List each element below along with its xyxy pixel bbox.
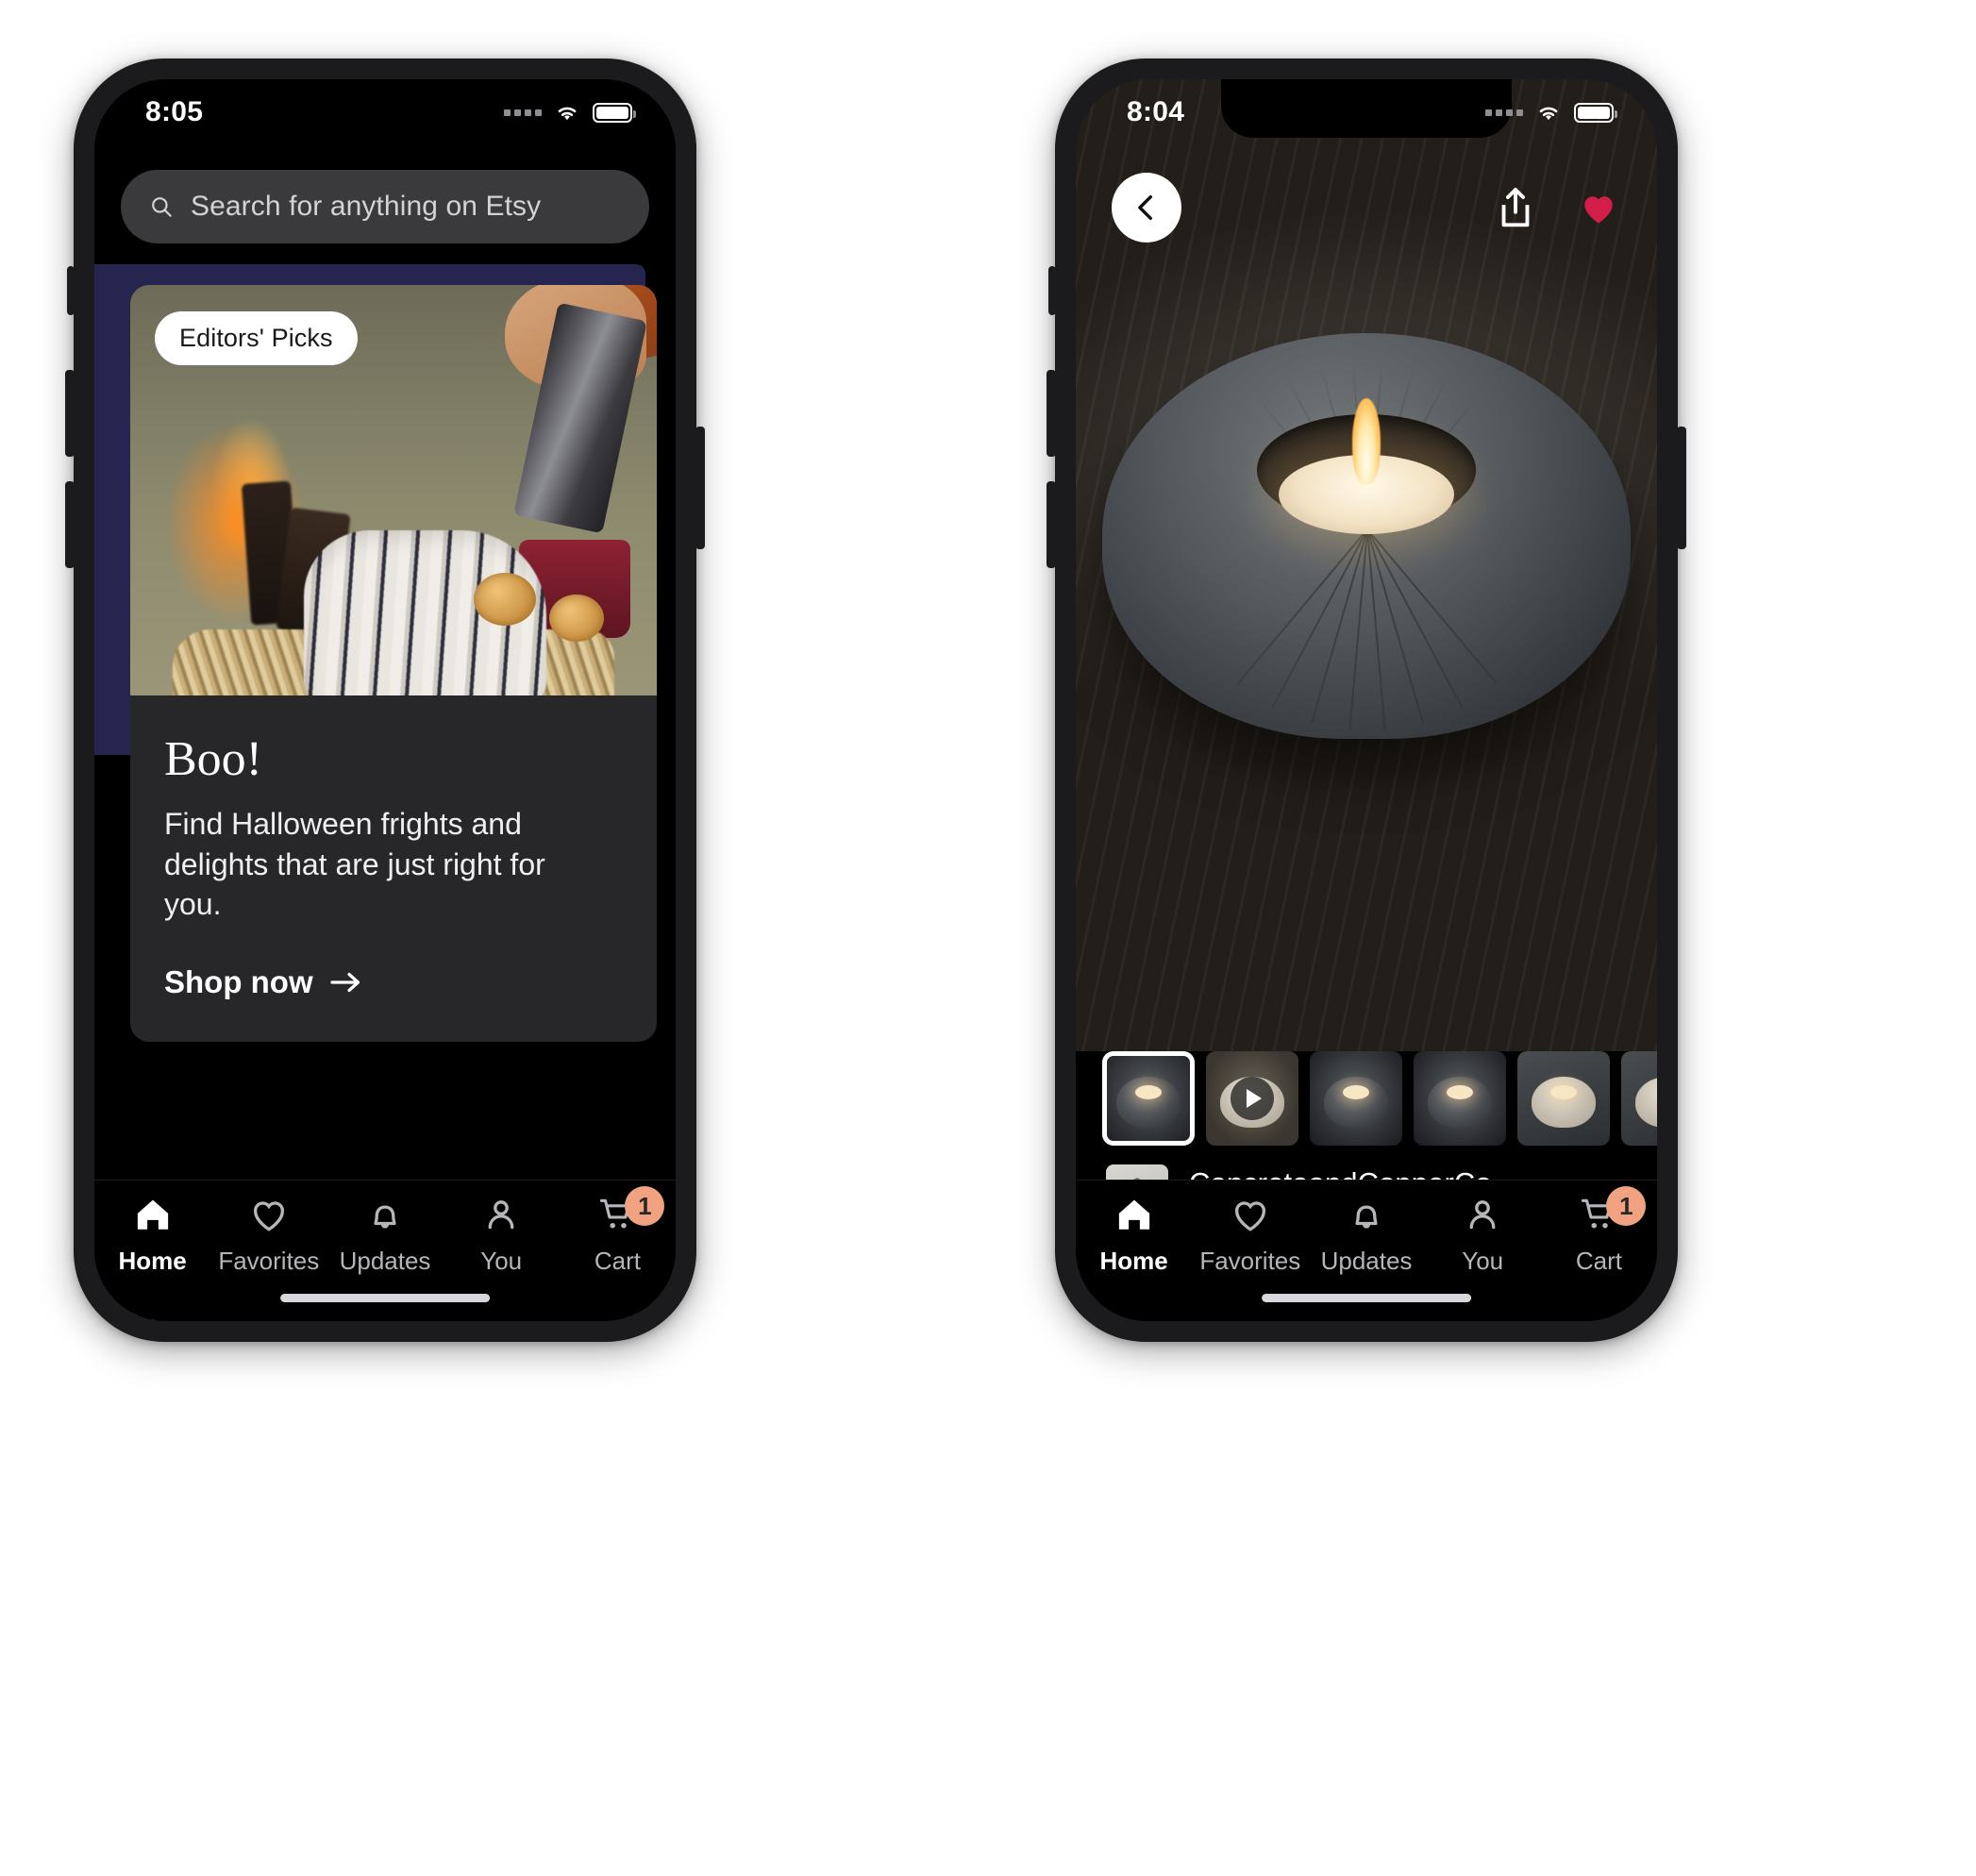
tab-home[interactable]: Home [94,1194,210,1276]
tab-favorites-label: Favorites [218,1247,320,1275]
wifi-icon [1539,107,1558,121]
tab-favorites[interactable]: Favorites [210,1194,327,1276]
etsy-home-screen: 8:05 Search for anything on Etsy Editors… [94,79,676,1321]
battery-icon [593,102,636,123]
left-phone-volume-down[interactable] [65,481,75,568]
back-button[interactable] [1112,173,1181,243]
decor-donut-1 [473,573,536,627]
signal-dots-icon [1485,109,1523,116]
cart-badge-count: 1 [1606,1186,1647,1226]
tab-favorites[interactable]: Favorites [1192,1194,1308,1276]
left-phone-power-button[interactable] [695,427,705,549]
tab-updates[interactable]: Updates [327,1194,443,1276]
home-icon [137,1199,168,1230]
arrow-right-icon [330,972,360,992]
thumbnail-6[interactable] [1621,1051,1657,1146]
status-time: 8:05 [145,96,204,127]
right-phone-device: 8:04 Home Favorites Updates You 1 Cart [1047,59,1686,1342]
tab-home-label: Home [1099,1247,1168,1275]
wifi-icon [558,107,577,121]
right-phone-power-button[interactable] [1677,427,1686,549]
screenshot-stage: 8:05 Search for anything on Etsy Editors… [0,0,1976,1876]
right-home-indicator[interactable] [1262,1294,1471,1302]
thumbnail-strip[interactable] [1076,1051,1657,1157]
search-input[interactable]: Search for anything on Etsy [121,170,649,243]
concrete-pumpkin-object [1102,333,1631,740]
tab-cart-label: Cart [594,1247,641,1275]
editors-picks-hero-card[interactable]: Editors' Picks Boo! Find Halloween frigh… [130,285,657,1042]
left-phone-screen: 8:05 Search for anything on Etsy Editors… [94,79,676,1321]
status-time: 8:04 [1127,96,1185,127]
thumbnail-4[interactable] [1414,1051,1506,1146]
bell-icon [1355,1205,1378,1229]
tab-you[interactable]: You [444,1194,560,1276]
search-placeholder: Search for anything on Etsy [191,191,542,222]
right-phone-screen: 8:04 Home Favorites Updates You 1 Cart [1076,79,1657,1321]
person-icon [1469,1200,1496,1230]
tab-updates-label: Updates [1320,1247,1413,1275]
bell-icon [374,1205,396,1229]
tab-you[interactable]: You [1425,1194,1541,1276]
heart-outline-icon [253,1201,284,1231]
heart-filled-icon[interactable] [1576,187,1621,228]
tab-cart[interactable]: 1 Cart [1541,1186,1657,1276]
tab-favorites-label: Favorites [1199,1247,1301,1275]
left-phone-mute-switch[interactable] [67,266,75,315]
hero-campfire-photo: Editors' Picks [130,285,657,695]
right-phone-volume-up[interactable] [1047,370,1056,457]
play-icon [1231,1077,1274,1120]
status-icons [504,102,636,123]
right-status-bar: 8:04 [1076,79,1657,138]
tab-home[interactable]: Home [1076,1194,1192,1276]
right-phone-mute-switch[interactable] [1048,266,1056,315]
battery-icon [1574,102,1617,123]
listing-top-bar [1076,160,1657,255]
hero-title: Boo! [164,732,262,786]
tab-you-label: You [1462,1247,1504,1275]
thumbnail-5[interactable] [1517,1051,1610,1146]
hero-card-body: Boo! Find Halloween frights and delights… [130,695,657,1042]
candle-flame [1352,397,1381,485]
left-phone-device: 8:05 Search for anything on Etsy Editors… [65,59,705,1342]
left-status-bar: 8:05 [94,79,676,138]
tab-cart-label: Cart [1575,1247,1622,1275]
listing-actions [1495,185,1621,230]
tab-home-label: Home [118,1247,187,1275]
left-home-indicator[interactable] [280,1294,490,1302]
left-phone-volume-up[interactable] [65,370,75,457]
editors-picks-badge: Editors' Picks [155,311,358,365]
tab-cart[interactable]: 1 Cart [560,1186,676,1276]
hero-subtitle: Find Halloween frights and delights that… [164,807,545,922]
tab-updates-label: Updates [339,1247,431,1275]
signal-dots-icon [504,109,542,116]
thumbnail-2-video[interactable] [1206,1051,1298,1146]
etsy-listing-screen: 8:04 Home Favorites Updates You 1 Cart [1076,79,1657,1321]
search-icon [152,197,172,217]
cart-badge-count: 1 [625,1186,665,1226]
tab-updates[interactable]: Updates [1308,1194,1424,1276]
thumbnail-3[interactable] [1310,1051,1402,1146]
shop-now-label: Shop now [164,963,313,999]
shop-now-button[interactable]: Shop now [164,964,623,1000]
person-icon [488,1200,514,1230]
thumbnail-1[interactable] [1102,1051,1195,1146]
share-icon[interactable] [1495,185,1536,230]
chevron-left-icon [1138,194,1152,221]
right-phone-volume-down[interactable] [1047,481,1056,568]
home-icon [1118,1199,1149,1230]
status-icons [1485,102,1617,123]
tab-you-label: You [480,1247,523,1275]
heart-outline-icon [1234,1201,1265,1231]
